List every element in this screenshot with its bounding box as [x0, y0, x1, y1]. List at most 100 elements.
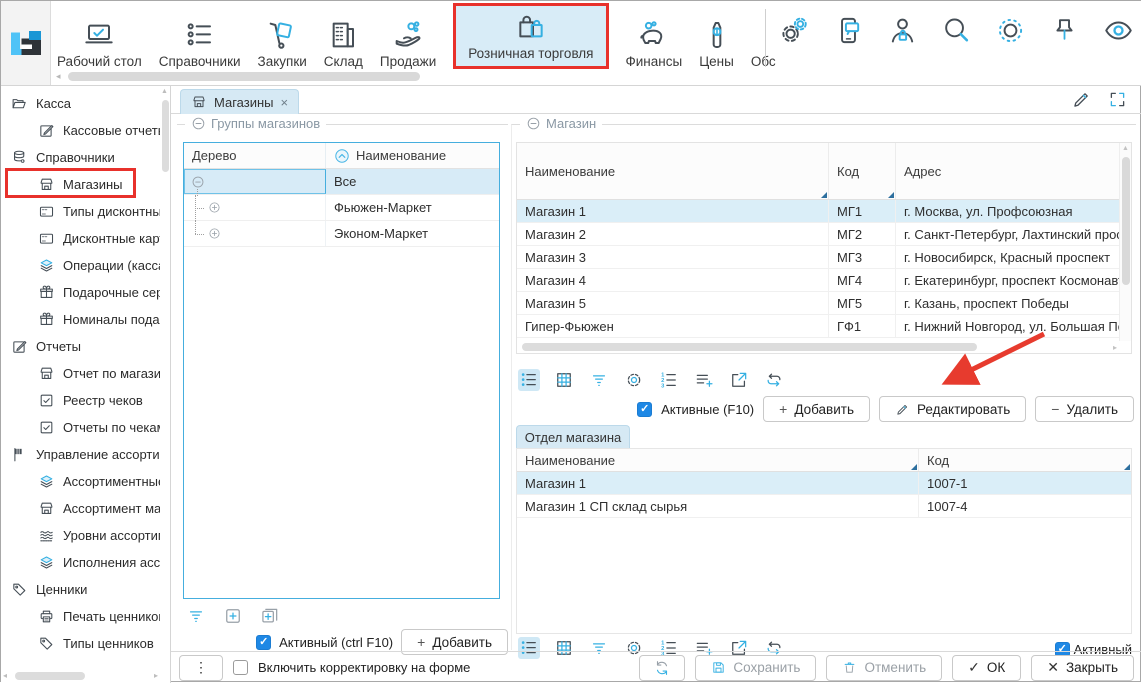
filter-icon[interactable] [186, 606, 206, 626]
sidebar-item-6[interactable]: Операции (касса) [1, 252, 160, 279]
expand-icon[interactable] [1107, 89, 1128, 110]
top-horizontal-scrollbar[interactable] [56, 71, 1140, 83]
app-logo[interactable] [1, 1, 51, 85]
eye-icon[interactable] [1103, 15, 1134, 46]
sidebar-item-14[interactable]: Ассортиментные [1, 468, 160, 495]
expand-node-icon[interactable] [208, 227, 221, 240]
scrollbar-thumb[interactable] [162, 100, 169, 172]
sidebar-vertical-scrollbar[interactable] [161, 86, 170, 669]
scrollbar-thumb[interactable] [1122, 157, 1130, 285]
sidebar-item-20[interactable]: Типы ценников [1, 630, 160, 657]
stores-horizontal-scrollbar[interactable] [517, 341, 1119, 353]
delete-store-button[interactable]: − Удалить [1035, 396, 1134, 422]
sidebar-item-15[interactable]: Ассортимент маг. [1, 495, 160, 522]
sort-asc-icon[interactable] [334, 148, 350, 164]
edit-pencil-icon[interactable] [1071, 89, 1092, 110]
loop-icon[interactable] [763, 369, 785, 391]
tree-row[interactable]: Эконом-Маркет [184, 221, 499, 247]
tab-department[interactable]: Отдел магазина [516, 425, 630, 448]
sidebar-item-2[interactable]: Справочники [1, 144, 160, 171]
nav-item-5[interactable]: Розничная торговля [453, 3, 608, 69]
sidebar-item-17[interactable]: Исполнения ассо [1, 549, 160, 576]
column-header-code[interactable]: Код [829, 143, 896, 199]
sidebar-horizontal-scrollbar[interactable] [3, 671, 158, 681]
tree-row[interactable]: Фьюжен-Маркет [184, 195, 499, 221]
nav-item-6[interactable]: Финансы [626, 7, 683, 69]
sidebar-item-18[interactable]: Ценники [1, 576, 160, 603]
settings-gears-icon[interactable] [779, 15, 810, 46]
column-header-name[interactable]: Наименование [517, 143, 829, 199]
sidebar-item-10[interactable]: Отчет по магазин [1, 360, 160, 387]
user-lock-icon[interactable] [887, 15, 918, 46]
edit-store-button[interactable]: Редактировать [879, 396, 1026, 422]
sidebar-item-0[interactable]: Касса [1, 90, 160, 117]
phone-chat-icon[interactable] [833, 15, 864, 46]
brightness-icon[interactable] [995, 15, 1026, 46]
numbered-list-icon[interactable]: 123 [658, 369, 680, 391]
add-store-button[interactable]: + Добавить [763, 396, 870, 422]
table-row[interactable]: Магазин 11007-1 [517, 472, 1131, 495]
external-link-icon[interactable] [728, 369, 750, 391]
expand-node-icon[interactable] [208, 201, 221, 214]
column-header-tree[interactable]: Дерево [184, 143, 326, 168]
nav-item-2[interactable]: Закупки [258, 7, 307, 69]
scrollbar-thumb[interactable] [522, 343, 977, 351]
sidebar-item-1[interactable]: Кассовые отчеты [1, 117, 160, 144]
pin-icon[interactable] [1049, 15, 1080, 46]
scrollbar-thumb[interactable] [68, 72, 420, 81]
column-header-name[interactable]: Наименование [326, 143, 499, 168]
adjustment-checkbox[interactable] [233, 660, 248, 675]
collapse-node-icon[interactable] [191, 175, 205, 189]
nav-item-1[interactable]: Справочники [159, 7, 241, 69]
sidebar-item-12[interactable]: Отчеты по чекам [1, 414, 160, 441]
column-header-name[interactable]: Наименование [517, 449, 919, 471]
plus-square-icon[interactable] [223, 606, 243, 626]
sidebar-item-16[interactable]: Уровни ассортим [1, 522, 160, 549]
table-row[interactable]: Магазин 1МГ1г. Москва, ул. Профсоюзная [517, 200, 1131, 223]
sidebar-item-3[interactable]: Магазины [1, 171, 160, 198]
filter-icon[interactable] [588, 369, 610, 391]
nav-item-4[interactable]: Продажи [380, 7, 436, 69]
stores-vertical-scrollbar[interactable] [1119, 143, 1131, 341]
sidebar-item-13[interactable]: Управление ассорти [1, 441, 160, 468]
sidebar-item-5[interactable]: Дисконтные карт [1, 225, 160, 252]
active-stores-checkbox[interactable] [637, 402, 652, 417]
table-row[interactable]: Магазин 1 СП склад сырья1007-4 [517, 495, 1131, 518]
save-button[interactable]: Сохранить [695, 655, 816, 681]
grid-icon[interactable] [553, 369, 575, 391]
gear-icon[interactable] [623, 369, 645, 391]
nav-item-7[interactable]: Цены [699, 7, 734, 69]
table-row[interactable]: Магазин 3МГ3г. Новосибирск, Красный прос… [517, 246, 1131, 269]
search-icon[interactable] [941, 15, 972, 46]
cancel-button[interactable]: Отменить [826, 655, 942, 681]
department-table-header: Наименование Код [517, 449, 1131, 472]
table-row[interactable]: Магазин 5МГ5г. Казань, проспект Победы [517, 292, 1131, 315]
sidebar-item-11[interactable]: Реестр чеков [1, 387, 160, 414]
tab-magaziny[interactable]: Магазины × [180, 89, 299, 114]
active-checkbox[interactable] [256, 635, 271, 650]
kebab-menu-button[interactable]: ⋮ [179, 655, 223, 681]
collapse-icon[interactable] [191, 116, 206, 131]
table-row[interactable]: Магазин 2МГ2г. Санкт-Петербург, Лахтинск… [517, 223, 1131, 246]
sidebar-item-9[interactable]: Отчеты [1, 333, 160, 360]
nav-item-0[interactable]: Рабочий стол [57, 7, 142, 69]
list-view-icon[interactable] [518, 369, 540, 391]
nav-item-3[interactable]: Склад [324, 7, 363, 69]
sidebar-item-8[interactable]: Номиналы подар [1, 306, 160, 333]
scrollbar-thumb[interactable] [15, 672, 85, 680]
sidebar-item-19[interactable]: Печать ценников [1, 603, 160, 630]
collapse-icon[interactable] [526, 116, 541, 131]
ok-button[interactable]: ✓ ОК [952, 655, 1021, 681]
column-header-code[interactable]: Код [919, 449, 1131, 471]
table-row[interactable]: Магазин 4МГ4г. Екатеринбург, проспект Ко… [517, 269, 1131, 292]
tab-close-icon[interactable]: × [281, 95, 289, 110]
list-add-icon[interactable] [693, 369, 715, 391]
tree-row[interactable]: Все [184, 169, 499, 195]
close-button[interactable]: ✕ Закрыть [1031, 655, 1134, 681]
column-header-address[interactable]: Адрес [896, 143, 1131, 199]
sidebar-item-7[interactable]: Подарочные серт [1, 279, 160, 306]
plus-squares-icon[interactable] [260, 606, 280, 626]
refresh-button[interactable] [639, 655, 685, 681]
table-row[interactable]: Гипер-ФьюженГФ1г. Нижний Новгород, ул. Б… [517, 315, 1131, 338]
sidebar-item-4[interactable]: Типы дисконтных [1, 198, 160, 225]
